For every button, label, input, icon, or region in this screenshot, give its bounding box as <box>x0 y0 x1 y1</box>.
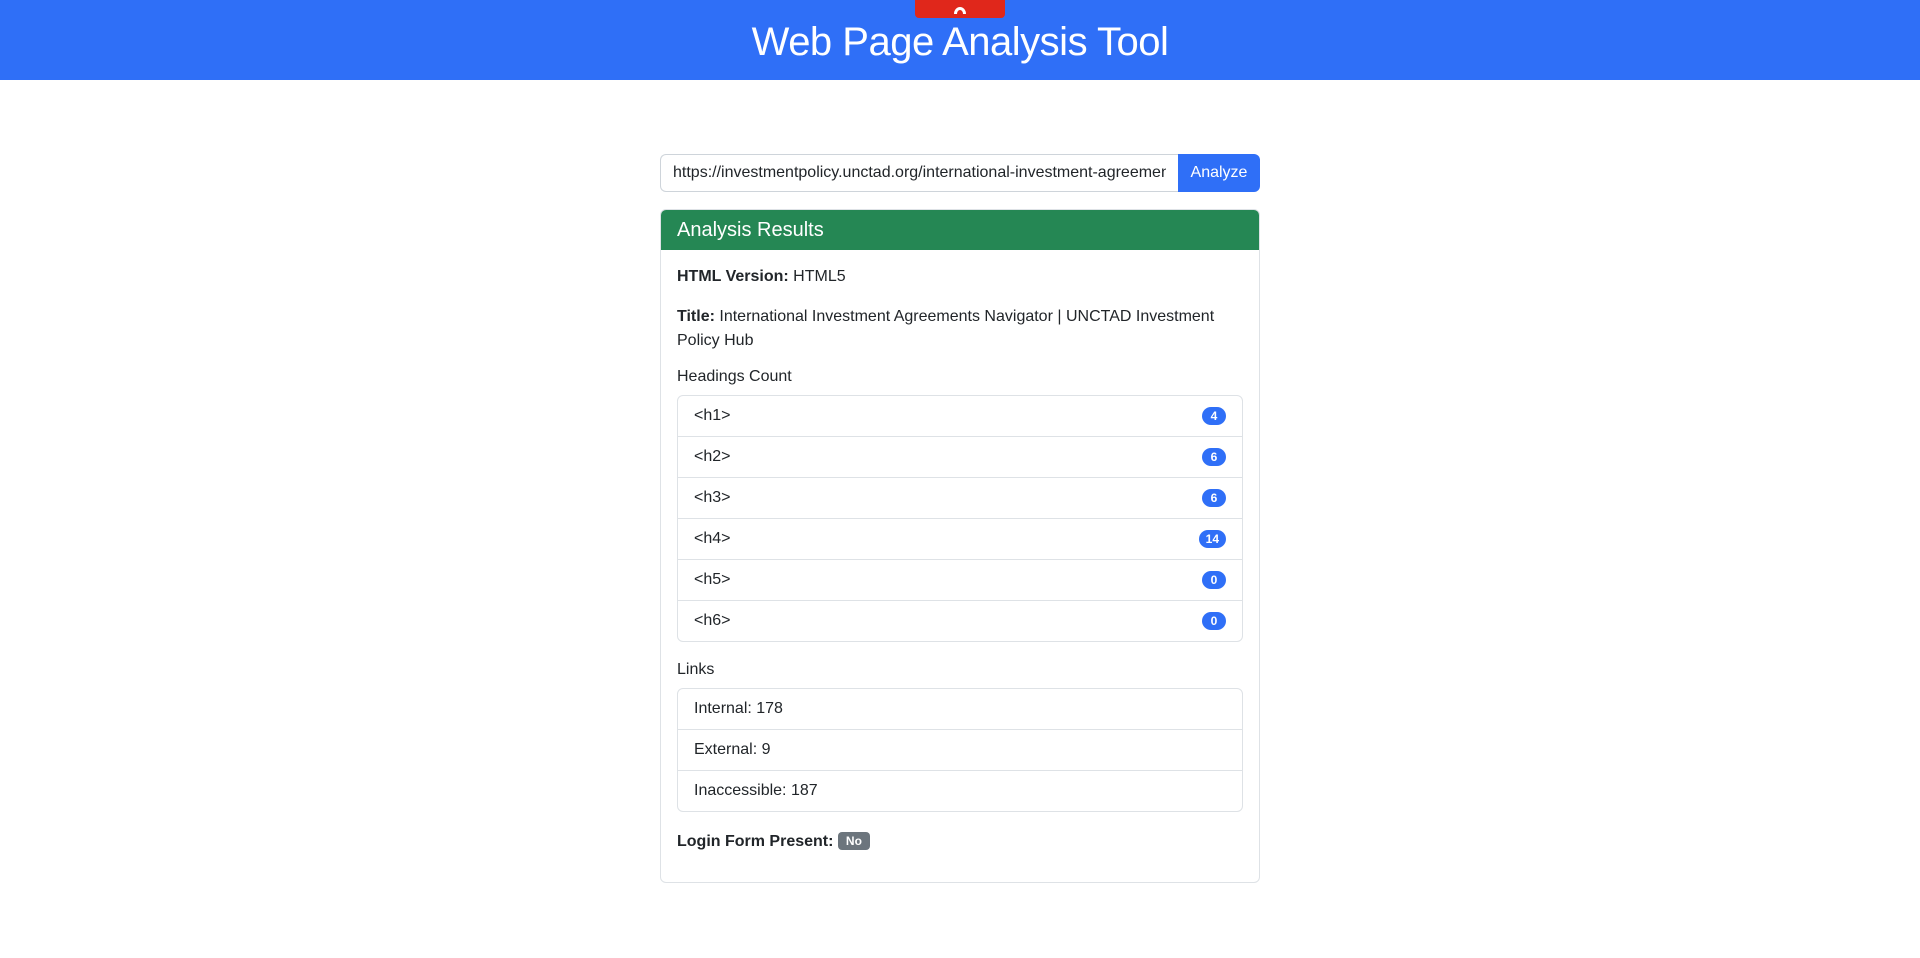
analyze-button[interactable]: Analyze <box>1178 154 1260 192</box>
heading-row-h4: <h4> 14 <box>678 519 1242 560</box>
login-form-label: Login Form Present: <box>677 833 834 850</box>
title-value: International Investment Agreements Navi… <box>677 308 1215 349</box>
heading-row-h3: <h3> 6 <box>678 478 1242 519</box>
arch-icon <box>954 7 966 14</box>
heading-row-h6: <h6> 0 <box>678 601 1242 641</box>
title-row: Title: International Investment Agreemen… <box>677 305 1243 353</box>
links-list: Internal: 178 External: 9 Inaccessible: … <box>677 688 1243 812</box>
card-title: Analysis Results <box>661 210 1259 250</box>
url-form: Analyze <box>660 154 1260 192</box>
count-badge: 6 <box>1202 489 1226 507</box>
links-internal: Internal: 178 <box>678 689 1242 730</box>
links-external: External: 9 <box>678 730 1242 771</box>
heading-row-h2: <h2> 6 <box>678 437 1242 478</box>
heading-row-h5: <h5> 0 <box>678 560 1242 601</box>
title-label: Title: <box>677 308 715 325</box>
html-version-value: HTML5 <box>793 268 846 285</box>
card-body: HTML Version: HTML5 Title: International… <box>661 250 1259 854</box>
headings-list: <h1> 4 <h2> 6 <h3> 6 <h4> 14 <h5> 0 <h6>… <box>677 395 1243 642</box>
heading-tag: <h1> <box>694 407 731 424</box>
login-form-badge: No <box>837 832 870 850</box>
headings-count-label: Headings Count <box>677 368 792 385</box>
heading-tag: <h6> <box>694 612 731 629</box>
top-tab[interactable] <box>915 0 1005 18</box>
login-form-row: Login Form Present: No <box>677 830 1243 854</box>
count-badge: 6 <box>1202 448 1226 466</box>
count-badge: 4 <box>1202 407 1226 425</box>
heading-tag: <h5> <box>694 571 731 588</box>
heading-tag: <h3> <box>694 489 731 506</box>
heading-row-h1: <h1> 4 <box>678 396 1242 437</box>
count-badge: 0 <box>1202 612 1226 630</box>
count-badge: 14 <box>1198 530 1226 548</box>
links-label: Links <box>677 661 715 678</box>
analysis-results-card: Analysis Results HTML Version: HTML5 Tit… <box>660 209 1260 883</box>
html-version-row: HTML Version: HTML5 <box>677 265 1243 289</box>
links-inaccessible: Inaccessible: 187 <box>694 782 818 799</box>
page-title: Web Page Analysis Tool <box>751 20 1169 64</box>
heading-tag: <h4> <box>694 530 731 547</box>
count-badge: 0 <box>1202 571 1226 589</box>
heading-tag: <h2> <box>694 448 731 465</box>
html-version-label: HTML Version: <box>677 268 789 285</box>
url-input[interactable] <box>660 154 1178 192</box>
